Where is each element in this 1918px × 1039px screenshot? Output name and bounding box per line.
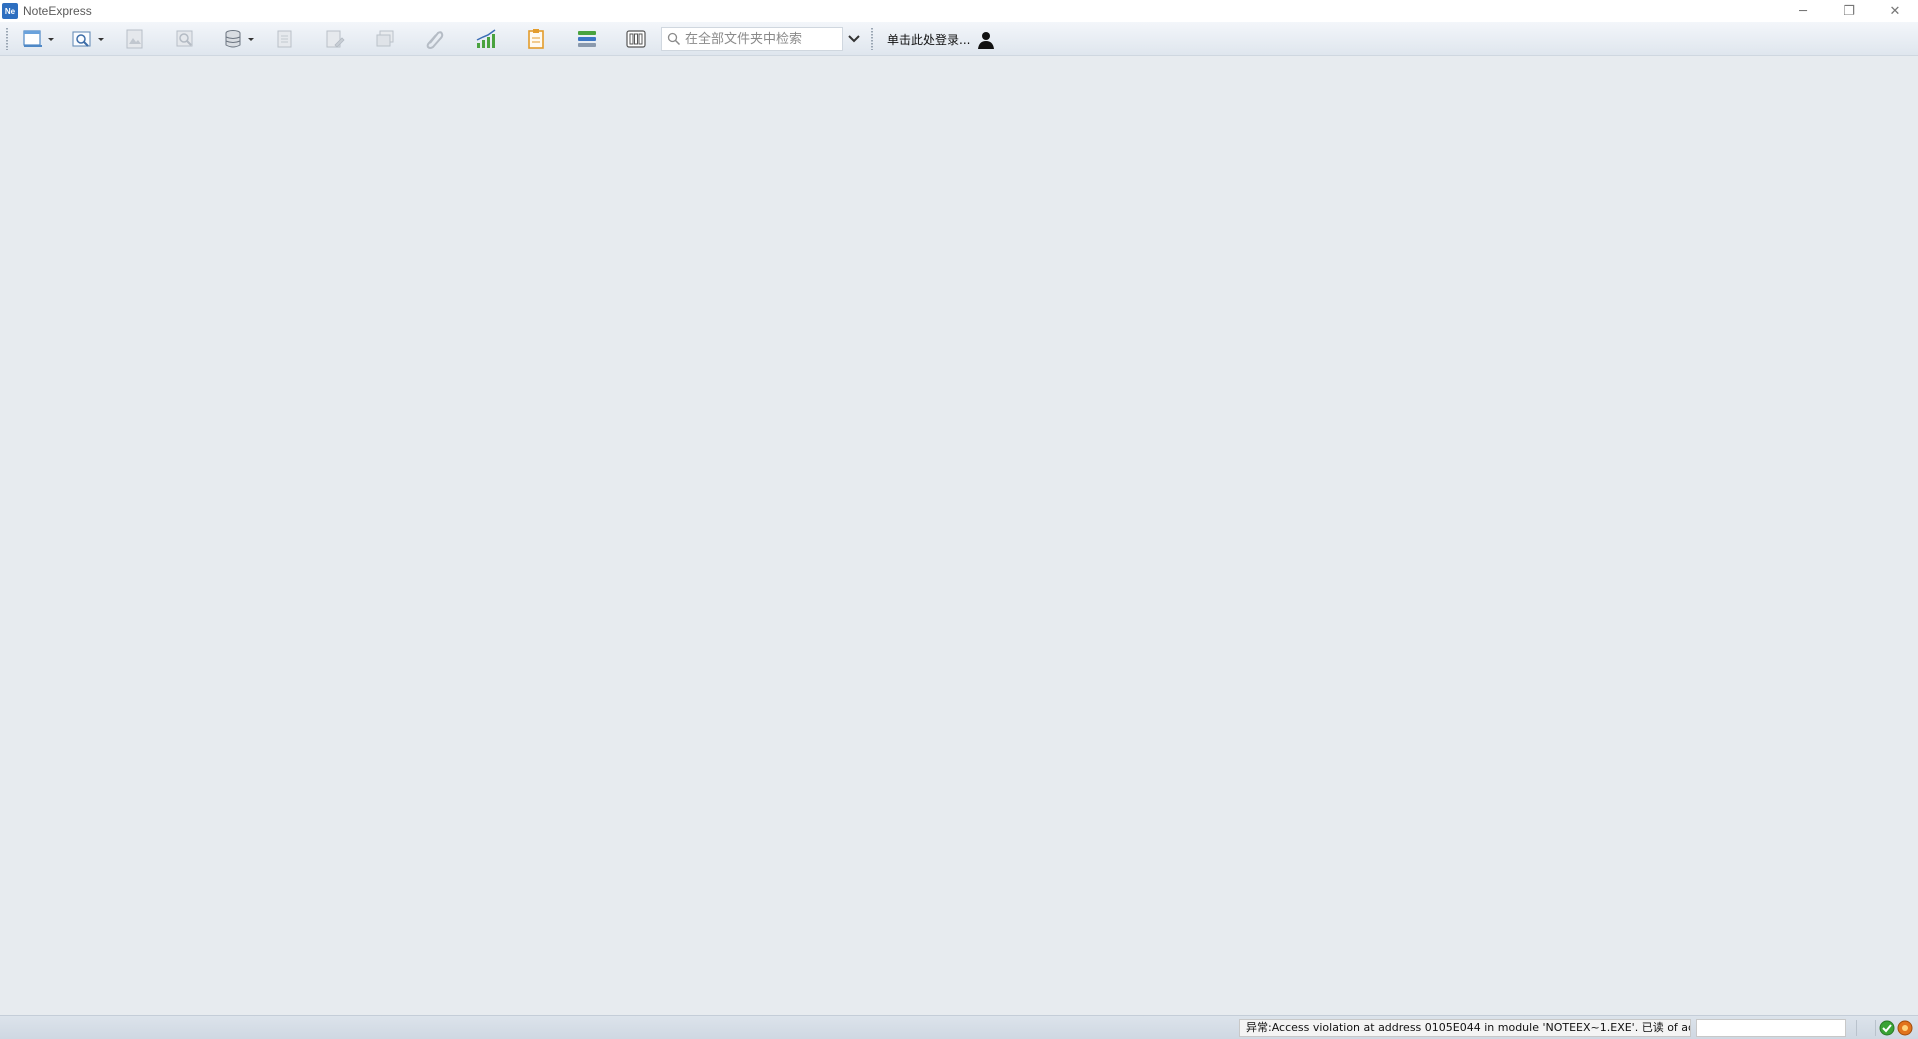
status-bar: 异常:Access violation at address 0105E044 … bbox=[0, 1015, 1918, 1039]
database-icon bbox=[225, 30, 241, 48]
minimize-button[interactable]: ─ bbox=[1780, 0, 1826, 22]
toolbar-grip[interactable] bbox=[871, 28, 873, 50]
app-logo-icon: Ne bbox=[2, 3, 18, 19]
edit-document-icon bbox=[326, 30, 345, 48]
window-title: NoteExpress bbox=[23, 4, 92, 18]
layers-icon bbox=[578, 31, 596, 47]
dropdown-arrow-icon bbox=[48, 37, 54, 41]
database-button[interactable] bbox=[218, 26, 258, 52]
status-error-message: 异常:Access violation at address 0105E044 … bbox=[1239, 1019, 1691, 1037]
sync-ok-icon[interactable] bbox=[1879, 1020, 1895, 1036]
user-icon[interactable] bbox=[977, 31, 995, 49]
app-window: Ne NoteExpress ─ ❐ ✕ 在全部文件夹中检索 单击此处登录...… bbox=[0, 0, 1918, 1039]
columns-icon bbox=[626, 30, 646, 48]
folder-search-box bbox=[661, 27, 843, 51]
attachment-icon bbox=[426, 31, 444, 49]
new-folder-button[interactable] bbox=[18, 26, 58, 52]
search-input[interactable] bbox=[683, 29, 833, 49]
find-icon bbox=[176, 30, 193, 47]
window-controls: ─ ❐ ✕ bbox=[1780, 0, 1918, 22]
status-field bbox=[1696, 1019, 1846, 1037]
warning-icon[interactable] bbox=[1897, 1020, 1913, 1036]
document-button[interactable] bbox=[270, 26, 300, 52]
restore-button[interactable]: ❐ bbox=[1826, 0, 1872, 22]
dropdown-arrow-icon bbox=[248, 37, 254, 41]
status-divider bbox=[1875, 1020, 1876, 1036]
stack-icon bbox=[376, 30, 394, 47]
main-toolbar: 单击此处登录... bbox=[0, 22, 1918, 56]
bar-chart-icon bbox=[476, 29, 496, 48]
clipboard-icon bbox=[528, 29, 544, 49]
search-preview-button[interactable] bbox=[68, 26, 108, 52]
toolbar-grip[interactable] bbox=[6, 28, 8, 50]
image-button[interactable] bbox=[120, 26, 150, 52]
find-button[interactable] bbox=[170, 26, 200, 52]
clipboard-button[interactable] bbox=[521, 26, 551, 52]
close-button[interactable]: ✕ bbox=[1872, 0, 1918, 22]
document-icon bbox=[277, 30, 292, 48]
login-link[interactable]: 单击此处登录... bbox=[887, 31, 970, 48]
new-folder-icon bbox=[23, 30, 42, 47]
status-divider bbox=[1856, 1020, 1857, 1036]
main-content-area bbox=[0, 57, 1918, 1015]
search-options-dropdown[interactable] bbox=[843, 27, 865, 51]
attachment-button[interactable] bbox=[420, 26, 450, 52]
chevron-down-icon bbox=[848, 35, 860, 43]
columns-button[interactable] bbox=[621, 26, 651, 52]
layers-button[interactable] bbox=[572, 26, 602, 52]
stack-button[interactable] bbox=[370, 26, 400, 52]
statistics-button[interactable] bbox=[471, 26, 501, 52]
image-icon bbox=[126, 29, 143, 49]
dropdown-arrow-icon bbox=[98, 37, 104, 41]
title-bar: Ne NoteExpress ─ ❐ ✕ bbox=[0, 0, 1918, 22]
search-icon bbox=[665, 30, 683, 48]
edit-document-button[interactable] bbox=[320, 26, 350, 52]
search-preview-icon bbox=[72, 31, 91, 47]
